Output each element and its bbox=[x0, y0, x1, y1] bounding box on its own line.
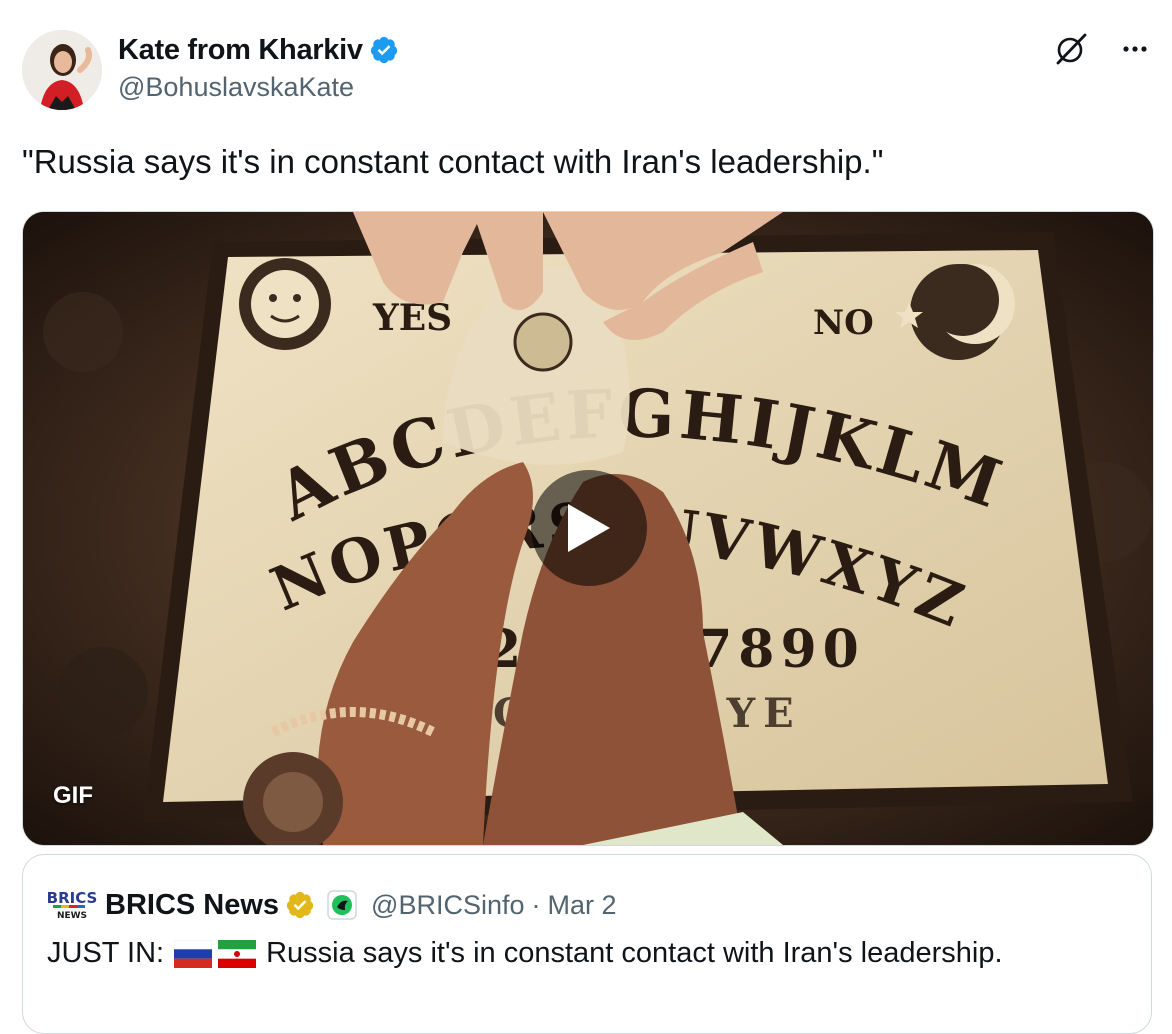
board-yes-text: YES bbox=[372, 297, 452, 339]
play-icon bbox=[568, 504, 610, 552]
avatar-image bbox=[22, 30, 102, 110]
quoted-author-handle[interactable]: @BRICSinfo bbox=[371, 890, 524, 921]
grok-icon[interactable] bbox=[1054, 32, 1088, 66]
brics-news-logo[interactable]: BRICS NEWS bbox=[47, 888, 97, 922]
gold-verified-badge-icon[interactable] bbox=[285, 890, 315, 920]
tweet-author: Kate from Kharkiv @BohuslavskaKate bbox=[118, 32, 399, 103]
svg-text:NEWS: NEWS bbox=[57, 911, 87, 921]
quoted-tweet-date[interactable]: Mar 2 bbox=[548, 890, 617, 921]
separator-dot: · bbox=[531, 889, 541, 920]
author-display-name[interactable]: Kate from Kharkiv bbox=[118, 34, 363, 67]
author-avatar[interactable] bbox=[22, 30, 102, 110]
tweet-media-gif[interactable]: YES NO ABCDEFGHIJKLM NOPQRSTUVWXYZ 12345… bbox=[22, 211, 1154, 846]
board-no-text: NO bbox=[813, 303, 874, 343]
more-options-icon[interactable] bbox=[1120, 34, 1150, 64]
quoted-tweet-header: BRICS NEWS BRICS News @BRICSinfo · Mar 2 bbox=[47, 887, 617, 923]
russia-flag-icon bbox=[174, 939, 213, 968]
verified-badge-icon[interactable] bbox=[369, 35, 399, 65]
quoted-tweet[interactable]: BRICS NEWS BRICS News @BRICSinfo · Mar 2… bbox=[22, 854, 1152, 1034]
quoted-author-name[interactable]: BRICS News bbox=[105, 889, 279, 922]
tweet-text: "Russia says it's in constant contact wi… bbox=[22, 143, 884, 180]
quoted-text-body: Russia says it's in constant contact wit… bbox=[266, 937, 1003, 969]
svg-text:BRICS: BRICS bbox=[47, 889, 97, 907]
author-handle[interactable]: @BohuslavskaKate bbox=[118, 72, 399, 103]
gif-badge: GIF bbox=[53, 782, 93, 809]
affiliate-badge-icon[interactable] bbox=[327, 890, 357, 920]
quoted-prefix: JUST IN: bbox=[47, 937, 165, 969]
tweet-top-actions bbox=[1054, 32, 1150, 66]
iran-flag-icon bbox=[218, 939, 257, 968]
sun-icon bbox=[239, 258, 331, 350]
quoted-tweet-text: JUST IN: Russia says it's in constant co… bbox=[47, 937, 1003, 970]
play-button[interactable] bbox=[531, 470, 647, 586]
